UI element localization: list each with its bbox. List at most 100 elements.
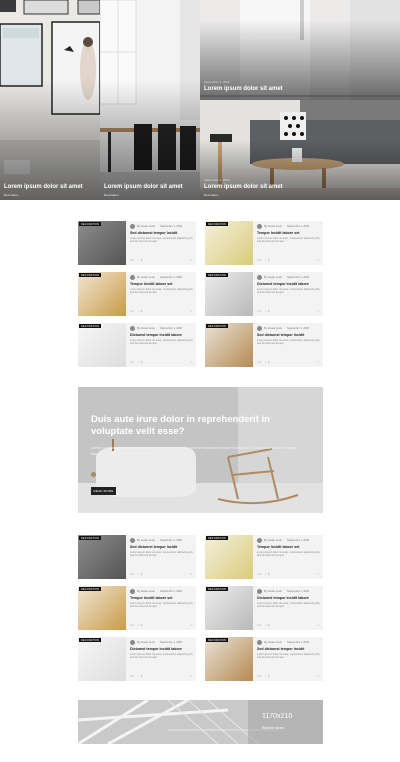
post-title[interactable]: Tempor Incidit labore set [130,282,194,286]
category-badge[interactable]: DECORATION [206,638,229,642]
banner-area[interactable]: 1170x210 Banner Area [78,700,323,744]
post-card[interactable]: DECORATION By Jessie Levin September 1, … [205,535,323,579]
post-title[interactable]: Sed dictumst tempor Incidit [257,647,321,651]
hero-tile[interactable]: Lorem ipsum dolor sit amet Decoration [100,0,200,200]
post-thumbnail[interactable]: DECORATION [205,272,253,316]
hero-title[interactable]: Lorem ipsum dolor sit amet [104,184,183,190]
post-title[interactable]: Sed dictumst tempor Incidit [130,545,194,549]
post-card[interactable]: DECORATION By Jessie Levin September 1, … [78,323,196,367]
like-count[interactable]: ♡ 0 [138,361,143,364]
category-badge[interactable]: DECORATION [206,222,229,226]
category-badge[interactable]: DECORATION [206,536,229,540]
author-name[interactable]: By Jessie Levin [264,641,282,644]
comment-count[interactable]: □ 0 [130,675,134,678]
like-count[interactable]: ♡ 0 [138,675,143,678]
comment-count[interactable]: □ 0 [257,675,261,678]
post-title[interactable]: Tempor Incidit labore set [257,231,321,235]
share-icon[interactable]: < [317,360,319,364]
share-icon[interactable]: < [190,309,192,313]
like-count[interactable]: ♡ 0 [138,624,143,627]
like-count[interactable]: ♡ 0 [138,259,143,262]
share-icon[interactable]: < [190,360,192,364]
hero-tile[interactable]: Lorem ipsum dolor sit amet Decoration [0,0,100,200]
author-name[interactable]: By Jessie Levin [137,590,155,593]
post-card[interactable]: DECORATION By Jessie Levin September 1, … [205,323,323,367]
category-badge[interactable]: DECORATION [79,536,102,540]
comment-count[interactable]: □ 0 [257,310,261,313]
post-card[interactable]: DECORATION By Jessie Levin September 1, … [205,272,323,316]
category-badge[interactable]: DECORATION [79,324,102,328]
author-name[interactable]: By Jessie Levin [137,225,155,228]
comment-count[interactable]: □ 0 [130,361,134,364]
share-icon[interactable]: < [317,258,319,262]
post-thumbnail[interactable]: DECORATION [205,535,253,579]
share-icon[interactable]: < [317,623,319,627]
like-count[interactable]: ♡ 0 [265,624,270,627]
author-name[interactable]: By Jessie Levin [137,276,155,279]
post-card[interactable]: DECORATION By Jessie Levin September 1, … [205,221,323,265]
like-count[interactable]: ♡ 0 [265,573,270,576]
post-title[interactable]: Tempor Incidit labore set [130,596,194,600]
category-badge[interactable]: DECORATION [79,222,102,226]
author-name[interactable]: By Jessie Levin [137,641,155,644]
category-badge[interactable]: DECORATION [206,324,229,328]
post-title[interactable]: Dictumst tempor Incidit labore [257,282,321,286]
comment-count[interactable]: □ 0 [257,361,261,364]
post-title[interactable]: Sed dictumst tempor Incidit [130,231,194,235]
post-thumbnail[interactable]: DECORATION [78,637,126,681]
read-more-button[interactable]: READ MORE [91,487,116,495]
hero-title[interactable]: Lorem ipsum dolor sit amet [4,184,83,190]
hero-tile[interactable]: September 1, 2020 Lorem ipsum dolor sit … [200,0,400,100]
post-thumbnail[interactable]: DECORATION [205,323,253,367]
post-thumbnail[interactable]: DECORATION [78,535,126,579]
comment-count[interactable]: □ 0 [130,573,134,576]
comment-count[interactable]: □ 0 [257,259,261,262]
post-thumbnail[interactable]: DECORATION [205,221,253,265]
post-thumbnail[interactable]: DECORATION [205,637,253,681]
like-count[interactable]: ♡ 0 [265,361,270,364]
featured-heading[interactable]: Duis aute irure dolor in reprehenderit i… [91,414,306,438]
comment-count[interactable]: □ 0 [130,624,134,627]
hero-tile[interactable]: September 1, 2020 Lorem ipsum dolor sit … [200,100,400,200]
like-count[interactable]: ♡ 0 [265,259,270,262]
post-thumbnail[interactable]: DECORATION [205,586,253,630]
post-card[interactable]: DECORATION By Jessie Levin September 1, … [78,221,196,265]
like-count[interactable]: ♡ 0 [138,573,143,576]
hero-category[interactable]: Decoration [4,193,19,197]
post-thumbnail[interactable]: DECORATION [78,586,126,630]
featured-post[interactable]: Duis aute irure dolor in reprehenderit i… [78,387,323,513]
author-name[interactable]: By Jessie Levin [264,276,282,279]
post-title[interactable]: Dictumst tempor Incidit labore [130,333,194,337]
post-thumbnail[interactable]: DECORATION [78,272,126,316]
post-thumbnail[interactable]: DECORATION [78,221,126,265]
post-card[interactable]: DECORATION By Jessie Levin September 1, … [78,535,196,579]
author-name[interactable]: By Jessie Levin [264,539,282,542]
comment-count[interactable]: □ 0 [130,310,134,313]
category-badge[interactable]: DECORATION [206,587,229,591]
post-card[interactable]: DECORATION By Jessie Levin September 1, … [78,272,196,316]
share-icon[interactable]: < [190,258,192,262]
post-title[interactable]: Dictumst tempor Incidit labore [257,596,321,600]
post-card[interactable]: DECORATION By Jessie Levin September 1, … [205,637,323,681]
category-badge[interactable]: DECORATION [79,587,102,591]
like-count[interactable]: ♡ 0 [138,310,143,313]
comment-count[interactable]: □ 0 [257,624,261,627]
hero-title[interactable]: Lorem ipsum dolor sit amet [204,86,283,92]
post-card[interactable]: DECORATION By Jessie Levin September 1, … [205,586,323,630]
post-card[interactable]: DECORATION By Jessie Levin September 1, … [78,586,196,630]
comment-count[interactable]: □ 0 [257,573,261,576]
hero-category[interactable]: Decoration [204,193,219,197]
post-title[interactable]: Tempor Incidit labore set [257,545,321,549]
author-name[interactable]: By Jessie Levin [98,473,119,477]
author-name[interactable]: By Jessie Levin [137,327,155,330]
author-name[interactable]: By Jessie Levin [264,327,282,330]
comment-count[interactable]: □ 0 [130,259,134,262]
post-title[interactable]: Sed dictumst tempor Incidit [257,333,321,337]
post-title[interactable]: Dictumst tempor Incidit labore [130,647,194,651]
author-name[interactable]: By Jessie Levin [137,539,155,542]
category-badge[interactable]: DECORATION [79,273,102,277]
share-icon[interactable]: < [317,674,319,678]
post-thumbnail[interactable]: DECORATION [78,323,126,367]
share-icon[interactable]: < [190,623,192,627]
hero-title[interactable]: Lorem ipsum dolor sit amet [204,184,283,190]
